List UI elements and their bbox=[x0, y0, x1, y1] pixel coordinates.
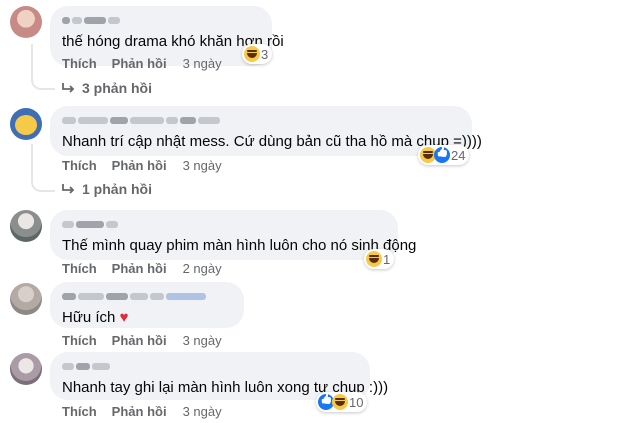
reaction-count: 3 bbox=[261, 46, 269, 62]
haha-reaction-icon bbox=[244, 46, 260, 62]
comment-actions: Thích Phản hồi 2 ngày bbox=[62, 261, 222, 276]
reply-arrow-icon bbox=[62, 83, 75, 93]
commenter-avatar[interactable] bbox=[10, 353, 42, 385]
reply-thread-line bbox=[31, 144, 55, 192]
like-button[interactable]: Thích bbox=[62, 158, 97, 173]
comment-actions: Thích Phản hồi 3 ngày bbox=[62, 333, 222, 348]
commenter-avatar[interactable] bbox=[10, 283, 42, 315]
reaction-summary[interactable]: 3 bbox=[242, 44, 273, 64]
comment-text: thế hóng drama khó khăn hơn rồi bbox=[62, 33, 284, 50]
reply-button[interactable]: Phản hồi bbox=[112, 56, 167, 71]
comment-bubble: Nhanh trí cập nhật mess. Cứ dùng bản cũ … bbox=[50, 106, 482, 156]
reply-button[interactable]: Phản hồi bbox=[112, 158, 167, 173]
reaction-summary[interactable]: 10 bbox=[316, 392, 368, 412]
like-button[interactable]: Thích bbox=[62, 56, 97, 71]
avatar-emoji-face bbox=[15, 115, 37, 135]
reply-arrow-icon bbox=[62, 184, 75, 194]
comment-text-body: Hữu ích bbox=[62, 309, 116, 326]
heart-emoji-icon: ♥ bbox=[119, 309, 129, 326]
reaction-count: 10 bbox=[349, 394, 364, 410]
replies-count-label: 3 phản hồi bbox=[82, 80, 152, 96]
comment-author-name[interactable] bbox=[62, 14, 260, 26]
comment-actions: Thích Phản hồi 3 ngày bbox=[62, 158, 222, 173]
comment-bubble: Hữu ích ♥ bbox=[50, 282, 244, 328]
comment-timestamp[interactable]: 3 ngày bbox=[183, 333, 222, 348]
reply-thread-line bbox=[31, 44, 55, 90]
haha-reaction-icon bbox=[366, 251, 382, 267]
comment-timestamp[interactable]: 2 ngày bbox=[183, 261, 222, 276]
commenter-avatar[interactable] bbox=[10, 210, 42, 242]
commenter-avatar[interactable] bbox=[10, 6, 42, 38]
comment-text: Hữu ích ♥ bbox=[62, 308, 232, 327]
reaction-summary[interactable]: 1 bbox=[364, 249, 395, 269]
like-button[interactable]: Thích bbox=[62, 261, 97, 276]
like-reaction-icon bbox=[434, 147, 450, 163]
comment-timestamp[interactable]: 3 ngày bbox=[183, 158, 222, 173]
haha-reaction-icon bbox=[332, 394, 348, 410]
like-button[interactable]: Thích bbox=[62, 333, 97, 348]
reaction-count: 1 bbox=[383, 251, 391, 267]
comment-actions: Thích Phản hồi 3 ngày bbox=[62, 404, 222, 419]
reply-button[interactable]: Phản hồi bbox=[112, 261, 167, 276]
comment-author-name[interactable] bbox=[62, 290, 232, 302]
replies-count-label: 1 phản hồi bbox=[82, 181, 152, 197]
reply-button[interactable]: Phản hồi bbox=[112, 333, 167, 348]
reaction-count: 24 bbox=[451, 147, 466, 163]
comment-text: Thế mình quay phim màn hình luôn cho nó … bbox=[62, 237, 417, 254]
comment-timestamp[interactable]: 3 ngày bbox=[183, 404, 222, 419]
view-replies-link[interactable]: 1 phản hồi bbox=[62, 181, 152, 197]
reaction-summary[interactable]: 24 bbox=[418, 145, 470, 165]
comment-actions: Thích Phản hồi 3 ngày bbox=[62, 56, 222, 71]
comment-author-name[interactable] bbox=[62, 114, 460, 126]
commenter-avatar[interactable] bbox=[10, 108, 42, 140]
comment-author-name[interactable] bbox=[62, 360, 358, 372]
comment-bubble: Thế mình quay phim màn hình luôn cho nó … bbox=[50, 210, 417, 260]
comment-timestamp[interactable]: 3 ngày bbox=[183, 56, 222, 71]
comment-text: Nhanh tay ghi lại màn hình luôn xong tự … bbox=[62, 379, 389, 396]
comment-text: Nhanh trí cập nhật mess. Cứ dùng bản cũ … bbox=[62, 133, 482, 150]
comment-author-name[interactable] bbox=[62, 218, 386, 230]
view-replies-link[interactable]: 3 phản hồi bbox=[62, 80, 152, 96]
reply-button[interactable]: Phản hồi bbox=[112, 404, 167, 419]
like-button[interactable]: Thích bbox=[62, 404, 97, 419]
